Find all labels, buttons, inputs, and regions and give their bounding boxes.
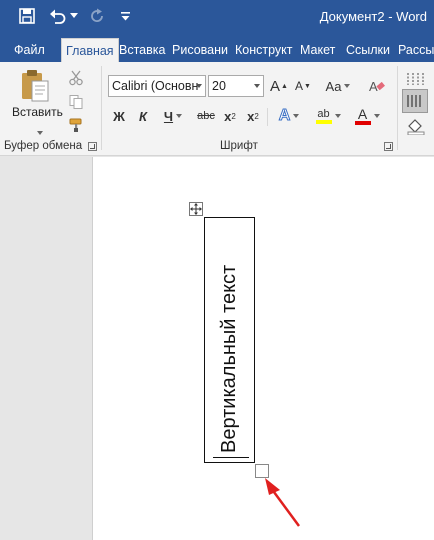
annotation-arrow	[265, 478, 301, 527]
